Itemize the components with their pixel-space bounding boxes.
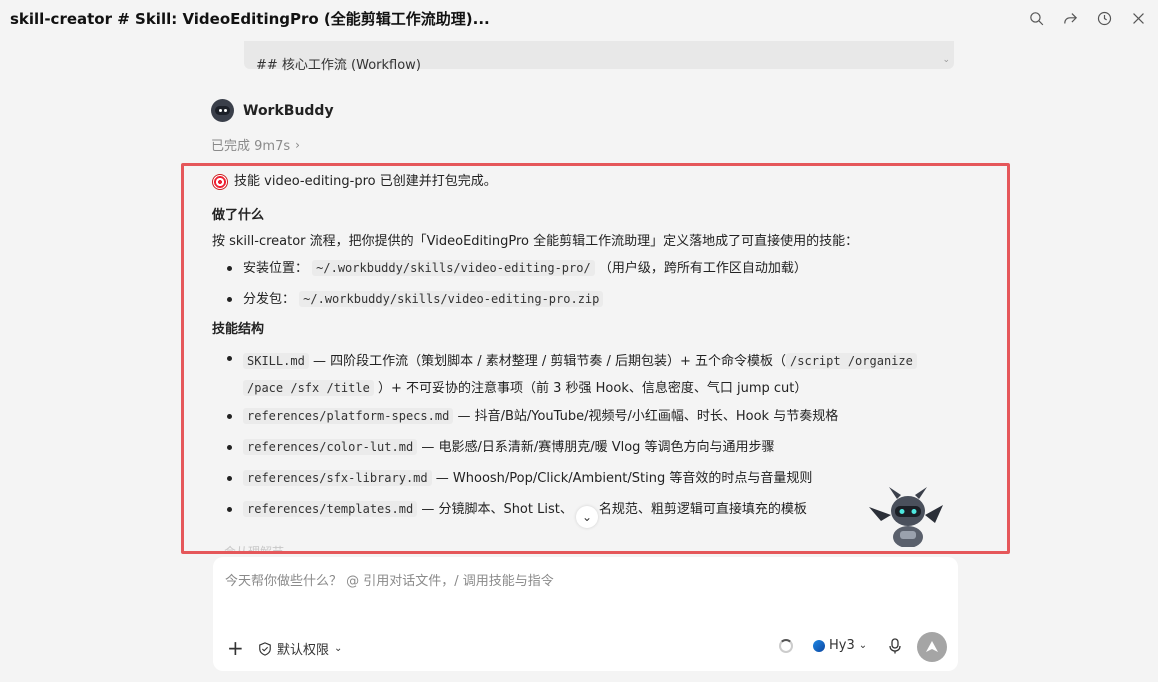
assistant-response-highlight: 技能 video-editing-pro 已创建并打包完成。 做了什么 按 sk… [181,163,1010,554]
send-button[interactable] [917,632,947,662]
list-item-text: — Whoosh/Pop/Click/Ambient/Sting 等音效的时点与… [435,471,813,486]
section-title-structure: 技能结构 [212,322,265,337]
permission-label: 默认权限 [277,643,330,658]
assistant-avatar [211,99,234,122]
microphone-icon[interactable] [888,638,902,654]
chevron-down-icon: ⌄ [858,640,868,651]
scroll-down-button[interactable]: ⌄ [576,506,598,528]
package-path-code: ~/.workbuddy/skills/video-editing-pro.zi… [299,291,604,307]
file-code: references/platform-specs.md [243,408,454,424]
search-icon[interactable] [1024,6,1048,30]
message-composer[interactable]: 今天帮你做些什么？ @ 引用对话文件，/ 调用技能与指令 + 默认权限 ⌄ Hy… [213,557,958,671]
topbar-actions [1024,6,1150,30]
chevron-down-icon[interactable]: ⌄ [942,55,950,65]
list-item-text: — 抖音/B站/YouTube/视频号/小红画幅、时长、Hook 与节奏规格 [457,409,839,424]
conversation-title: skill-creator # Skill: VideoEditingPro (… [10,10,490,28]
list-item-text: 名规范、粗剪逻辑可直接填充的模板 [598,502,807,517]
faded-overflow-text: 会从理解节 [224,545,285,554]
command-code: /pace /sfx /title [243,380,374,396]
completion-status-text: 已完成 9m7s [211,139,291,154]
list-item-text: — 分镜脚本、Shot List、 [421,502,573,517]
file-code: references/sfx-library.md [243,470,432,486]
file-code: references/templates.md [243,501,418,517]
assistant-response: 技能 video-editing-pro 已创建并打包完成。 做了什么 按 sk… [212,172,992,530]
list-item: references/color-lut.md — 电影感/日系清新/赛博朋克/… [212,437,992,458]
permission-selector[interactable]: 默认权限 ⌄ [258,639,342,658]
list-item-suffix: （用户级，跨所有工作区自动加载） [598,261,807,276]
intro-line: 技能 video-editing-pro 已创建并打包完成。 [212,172,992,192]
previous-message-text: ## 核心工作流 (Workflow) [256,58,421,73]
list-item-text: — 电影感/日系清新/赛博朋克/暖 Vlog 等调色方向与通用步骤 [421,440,775,455]
chevron-right-icon: › [295,137,300,152]
section-title-what: 做了什么 [212,208,265,223]
completion-status[interactable]: 已完成 9m7s › [211,135,300,155]
model-selector[interactable]: Hy3 ⌄ [813,638,867,653]
list-item-label: 安装位置： [243,261,309,276]
list-item: references/platform-specs.md — 抖音/B站/You… [212,406,992,427]
list-item-text: — 四阶段工作流（策划脚本 / 素材整理 / 剪辑节奏 / 后期包装）+ 五个命… [312,354,787,369]
previous-message-block[interactable]: ## 核心工作流 (Workflow) ⌄ [244,41,954,73]
shield-check-icon [259,641,271,656]
model-logo-icon [813,639,825,652]
list-item: 分发包： ~/.workbuddy/skills/video-editing-p… [212,289,992,310]
history-icon[interactable] [1092,6,1116,30]
list-item: SKILL.md — 四阶段工作流（策划脚本 / 素材整理 / 剪辑节奏 / 后… [212,348,992,402]
install-path-code: ~/.workbuddy/skills/video-editing-pro/ [312,260,595,276]
loading-spinner-icon [779,639,793,653]
composer-placeholder[interactable]: 今天帮你做些什么？ @ 引用对话文件，/ 调用技能与指令 [225,570,554,589]
command-code: /script /organize [786,353,917,369]
list-item: 安装位置： ~/.workbuddy/skills/video-editing-… [212,258,992,279]
install-list: 安装位置： ~/.workbuddy/skills/video-editing-… [212,258,992,310]
file-code: references/color-lut.md [243,439,418,455]
list-item-label: 分发包： [243,292,296,307]
assistant-header: WorkBuddy [211,99,334,122]
close-icon[interactable] [1126,6,1150,30]
share-icon[interactable] [1058,6,1082,30]
intro-text: 技能 video-editing-pro 已创建并打包完成。 [234,174,497,189]
mascot-icon [869,487,943,547]
model-label: Hy3 [829,638,855,653]
section-paragraph: 按 skill-creator 流程，把你提供的「VideoEditingPro… [212,234,859,249]
file-code: SKILL.md [243,353,309,369]
list-item-text: ）+ 不可妥协的注意事项（前 3 秒强 Hook、信息密度、气口 jump cu… [377,381,808,396]
assistant-name: WorkBuddy [243,102,334,119]
add-attachment-button[interactable]: + [227,636,244,660]
chevron-down-icon: ⌄ [334,643,343,654]
arrow-up-icon [926,641,938,652]
target-icon [212,174,228,190]
top-bar: skill-creator # Skill: VideoEditingPro (… [0,0,1158,36]
